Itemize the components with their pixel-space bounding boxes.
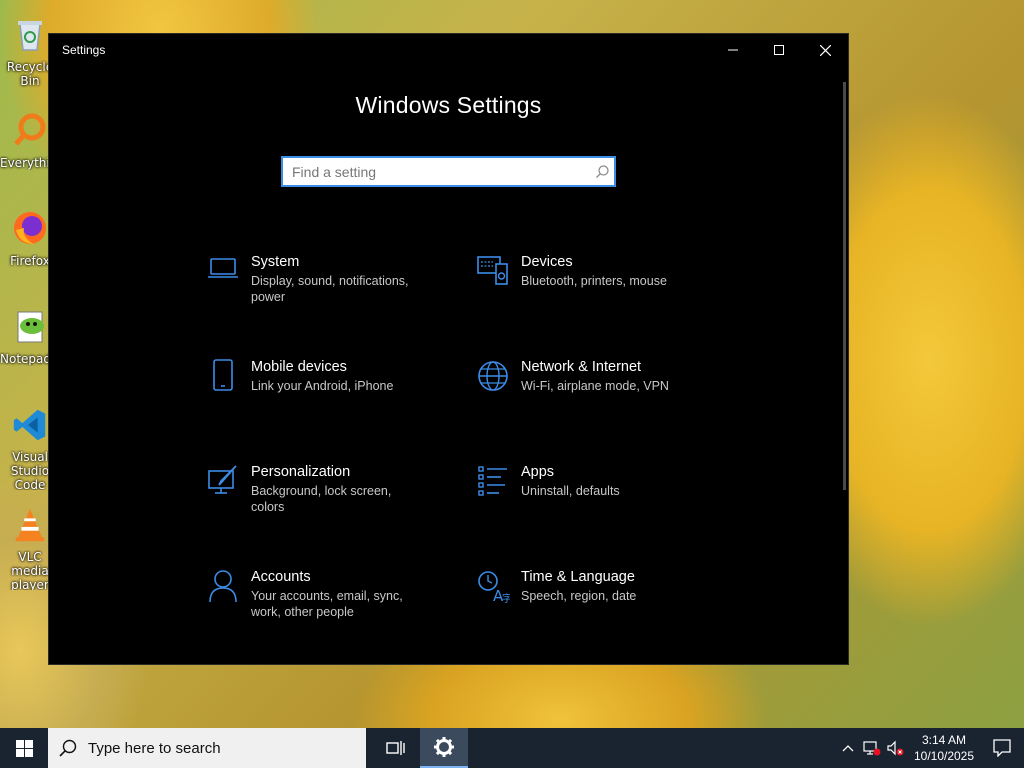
maximize-button[interactable] bbox=[756, 34, 802, 66]
devices-icon bbox=[471, 252, 515, 296]
settings-search-box[interactable] bbox=[281, 156, 616, 187]
page-title: Windows Settings bbox=[355, 92, 542, 118]
taskbar-search-placeholder: Type here to search bbox=[88, 739, 221, 757]
tile-name: Time & Language bbox=[521, 569, 635, 585]
vscode-icon bbox=[13, 409, 46, 441]
vlc-icon bbox=[15, 508, 45, 542]
tile-name: Apps bbox=[521, 464, 555, 480]
tile-accounts[interactable]: Accounts Your accounts, email, sync, wor… bbox=[201, 567, 451, 647]
notification-icon bbox=[993, 739, 1011, 757]
tile-name: Network & Internet bbox=[521, 359, 642, 375]
apps-list-icon bbox=[471, 462, 515, 506]
tile-system[interactable]: System Display, sound, notifications, po… bbox=[201, 252, 451, 332]
tile-name: Devices bbox=[521, 254, 573, 270]
tile-desc: Background, lock screen, colors bbox=[251, 484, 392, 514]
search-icon bbox=[48, 739, 88, 757]
volume-button[interactable] bbox=[884, 728, 908, 768]
person-icon bbox=[201, 567, 245, 611]
action-center-button[interactable] bbox=[980, 728, 1024, 768]
tile-mobile-devices[interactable]: Mobile devices Link your Android, iPhone bbox=[201, 357, 451, 437]
tile-desc: Your accounts, email, sync, work, other … bbox=[251, 589, 403, 619]
recycle-bin-icon bbox=[18, 21, 42, 51]
tile-desc: Bluetooth, printers, mouse bbox=[521, 274, 667, 288]
firefox-icon bbox=[14, 212, 46, 244]
tile-name: Personalization bbox=[251, 464, 351, 480]
tile-devices[interactable]: Devices Bluetooth, printers, mouse bbox=[471, 252, 721, 332]
maximize-icon bbox=[774, 45, 784, 55]
tile-personalization[interactable]: Personalization Background, lock screen,… bbox=[201, 462, 451, 542]
tile-time-language[interactable]: A字 Time & Language Speech, region, date bbox=[471, 567, 721, 647]
show-hidden-icons-button[interactable] bbox=[836, 728, 860, 768]
time-language-icon: A字 bbox=[471, 567, 515, 611]
volume-muted-icon bbox=[887, 740, 904, 756]
taskbar-settings-button[interactable] bbox=[420, 728, 468, 768]
laptop-icon bbox=[201, 252, 245, 296]
tile-name: System bbox=[251, 254, 300, 270]
settings-window: Settings Windows Settings System Display… bbox=[48, 33, 849, 665]
tile-desc: Link your Android, iPhone bbox=[251, 379, 394, 393]
clock-time: 3:14 AM bbox=[921, 733, 967, 747]
notepad-plus-plus-icon bbox=[17, 311, 44, 343]
everything-search-icon bbox=[14, 113, 46, 146]
tile-name: Accounts bbox=[251, 569, 311, 585]
tile-apps[interactable]: Apps Uninstall, defaults bbox=[471, 462, 721, 542]
phone-icon bbox=[201, 357, 245, 401]
close-icon bbox=[819, 44, 831, 56]
minimize-button[interactable] bbox=[710, 34, 756, 66]
windows-logo-icon bbox=[15, 739, 33, 757]
tile-name: Mobile devices bbox=[251, 359, 347, 375]
clock[interactable]: 3:14 AM 10/10/2025 bbox=[908, 732, 980, 764]
svg-text:字: 字 bbox=[502, 592, 510, 603]
network-disconnected-icon bbox=[863, 741, 881, 756]
tile-desc: Display, sound, notifications, power bbox=[251, 274, 409, 304]
chevron-up-icon bbox=[842, 745, 854, 752]
title-bar[interactable]: Settings bbox=[49, 34, 848, 66]
personalization-icon bbox=[201, 462, 245, 506]
start-button[interactable] bbox=[0, 728, 48, 768]
tile-desc: Speech, region, date bbox=[521, 589, 637, 603]
close-button[interactable] bbox=[802, 34, 848, 66]
task-view-icon bbox=[386, 741, 405, 755]
window-title: Settings bbox=[62, 43, 106, 57]
task-view-button[interactable] bbox=[372, 728, 420, 768]
tile-network-internet[interactable]: Network & Internet Wi-Fi, airplane mode,… bbox=[471, 357, 721, 437]
search-icon[interactable] bbox=[590, 165, 614, 178]
taskbar: Type here to search 3:14 AM 10/10/2025 bbox=[0, 728, 1024, 768]
globe-icon bbox=[471, 357, 515, 401]
clock-date: 10/10/2025 bbox=[913, 749, 975, 763]
tile-desc: Uninstall, defaults bbox=[521, 484, 620, 498]
minimize-icon bbox=[728, 49, 738, 51]
settings-search-input[interactable] bbox=[283, 158, 590, 185]
taskbar-search-box[interactable]: Type here to search bbox=[48, 728, 366, 768]
network-status-button[interactable] bbox=[860, 728, 884, 768]
gear-icon bbox=[434, 737, 454, 757]
tile-desc: Wi-Fi, airplane mode, VPN bbox=[521, 379, 669, 393]
system-tray: 3:14 AM 10/10/2025 bbox=[836, 728, 1024, 768]
scrollbar[interactable] bbox=[843, 82, 846, 490]
